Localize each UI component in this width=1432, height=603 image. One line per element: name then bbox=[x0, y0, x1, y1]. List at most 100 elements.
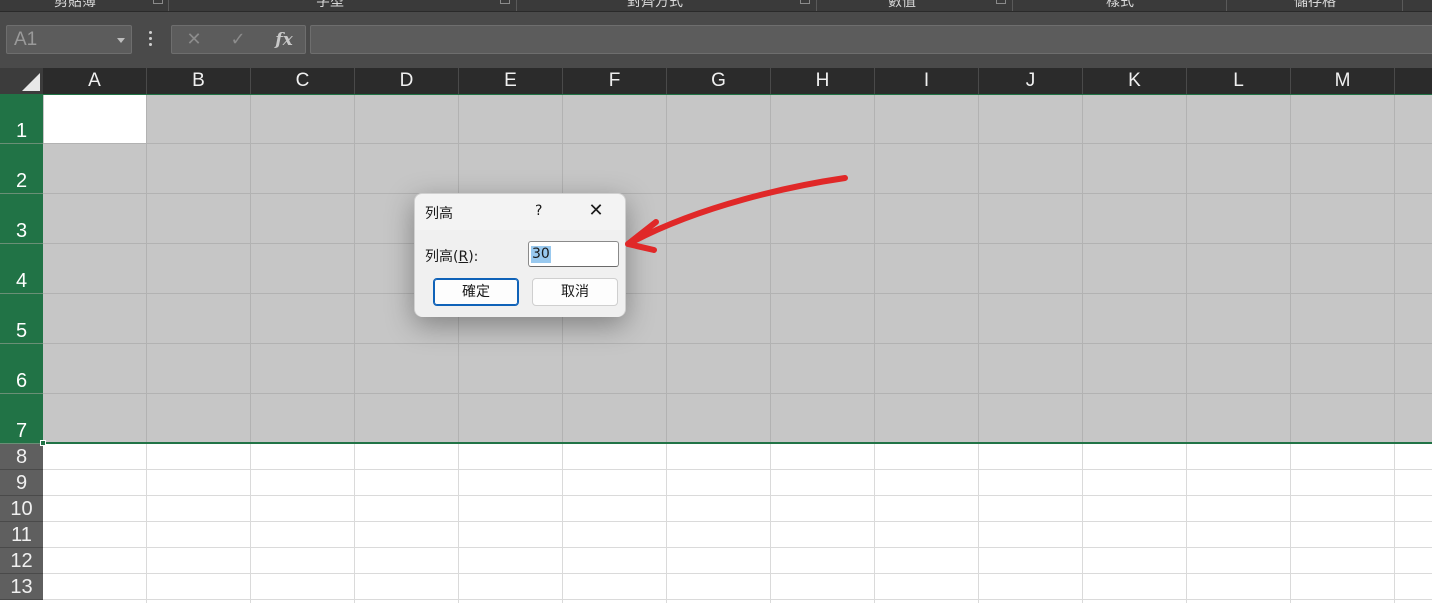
row-header-5[interactable]: 5 bbox=[0, 294, 43, 344]
gridline-horizontal bbox=[43, 573, 1432, 574]
column-header-g[interactable]: G bbox=[667, 68, 771, 94]
gridline-vertical bbox=[1394, 444, 1395, 603]
ribbon-group-clipboard: 剪貼簿 bbox=[54, 0, 96, 10]
row-header-9[interactable]: 9 bbox=[0, 470, 43, 496]
gridline-horizontal bbox=[43, 521, 1432, 522]
ribbon-group-font: 字型 bbox=[316, 0, 344, 10]
row-height-label-suffix: ): bbox=[468, 249, 479, 265]
gridline-horizontal bbox=[43, 393, 1432, 394]
column-header-c[interactable]: C bbox=[251, 68, 355, 94]
dialog-title: 列高 bbox=[425, 206, 453, 222]
column-header-f[interactable]: F bbox=[563, 68, 667, 94]
confirm-entry-icon[interactable]: ✓ bbox=[224, 28, 252, 52]
column-header-j[interactable]: J bbox=[979, 68, 1083, 94]
row-header-4[interactable]: 4 bbox=[0, 244, 43, 294]
gridline-horizontal bbox=[43, 343, 1432, 344]
column-header-i[interactable]: I bbox=[875, 68, 979, 94]
gridline-vertical bbox=[458, 444, 459, 603]
excel-window: 剪貼簿 字型 對齊方式 數值 樣式 儲存格 A1 ✕ ✓ fx ABCDEFGH… bbox=[0, 0, 1432, 603]
row-header-12[interactable]: 12 bbox=[0, 548, 43, 574]
number-launcher-icon[interactable] bbox=[996, 0, 1006, 4]
font-launcher-icon[interactable] bbox=[500, 0, 510, 4]
row-header-13[interactable]: 13 bbox=[0, 574, 43, 600]
row-height-label-prefix: 列高( bbox=[425, 249, 459, 265]
cancel-button[interactable]: 取消 bbox=[532, 278, 618, 306]
gridline-horizontal bbox=[43, 599, 1432, 600]
gridline-horizontal bbox=[43, 293, 1432, 294]
row-number: 5 bbox=[15, 320, 28, 342]
gridline-vertical bbox=[874, 444, 875, 603]
ribbon-group-alignment: 對齊方式 bbox=[627, 0, 683, 10]
gridline-vertical bbox=[562, 444, 563, 603]
name-box-value: A1 bbox=[14, 29, 38, 50]
row-header-3[interactable]: 3 bbox=[0, 194, 43, 244]
row-header-1[interactable]: 1 bbox=[0, 94, 43, 144]
column-header-partial[interactable] bbox=[1395, 68, 1432, 94]
annotation-arrow-icon bbox=[625, 175, 848, 253]
close-icon[interactable]: ✕ bbox=[587, 201, 605, 221]
row-header-7[interactable]: 7 bbox=[0, 394, 43, 444]
help-icon[interactable]: ? bbox=[535, 203, 542, 219]
ribbon-group-cells: 儲存格 bbox=[1294, 0, 1336, 10]
column-header-a[interactable]: A bbox=[43, 68, 147, 94]
column-header-l[interactable]: L bbox=[1187, 68, 1291, 94]
formula-buttons: ✕ ✓ fx bbox=[171, 25, 306, 54]
active-cell-a1[interactable] bbox=[44, 95, 146, 143]
ribbon-divider bbox=[1226, 0, 1227, 11]
row-number: 2 bbox=[15, 170, 28, 192]
row-header-8[interactable]: 8 bbox=[0, 444, 43, 470]
row-height-input[interactable]: 30 bbox=[528, 241, 619, 267]
row-number: 4 bbox=[15, 270, 28, 292]
row-height-dialog: 列高 ? ✕ 列高(R): 30 確定 取消 bbox=[414, 193, 626, 317]
gridline-vertical bbox=[354, 444, 355, 603]
row-number: 6 bbox=[15, 370, 28, 392]
row-header-10[interactable]: 10 bbox=[0, 496, 43, 522]
more-options-icon[interactable] bbox=[149, 31, 153, 49]
column-header-k[interactable]: K bbox=[1083, 68, 1187, 94]
column-header-d[interactable]: D bbox=[355, 68, 459, 94]
ribbon-divider bbox=[168, 0, 169, 11]
cancel-entry-icon[interactable]: ✕ bbox=[180, 28, 208, 52]
ribbon-group-styles: 樣式 bbox=[1106, 0, 1134, 10]
select-all-button[interactable] bbox=[0, 68, 43, 94]
selection-border-bottom bbox=[43, 442, 1432, 444]
dialog-body: 列高(R): 30 確定 取消 bbox=[415, 230, 625, 317]
fill-handle[interactable] bbox=[40, 440, 46, 446]
row-height-label-key: R bbox=[458, 249, 469, 265]
gridline-horizontal bbox=[43, 143, 1432, 144]
row-number: 7 bbox=[15, 420, 28, 442]
ok-button[interactable]: 確定 bbox=[433, 278, 519, 306]
column-header-m[interactable]: M bbox=[1291, 68, 1395, 94]
gridline-vertical bbox=[146, 444, 147, 603]
gridline-horizontal bbox=[43, 547, 1432, 548]
gridline-vertical bbox=[770, 444, 771, 603]
row-number: 3 bbox=[15, 220, 28, 242]
row-height-label: 列高(R): bbox=[425, 246, 478, 266]
formula-input[interactable] bbox=[310, 25, 1432, 54]
ribbon-divider bbox=[1402, 0, 1403, 11]
ribbon-divider bbox=[516, 0, 517, 11]
gridline-vertical bbox=[666, 444, 667, 603]
row-header-6[interactable]: 6 bbox=[0, 344, 43, 394]
gridline-vertical bbox=[1186, 444, 1187, 603]
name-box[interactable]: A1 bbox=[6, 25, 132, 54]
column-header-h[interactable]: H bbox=[771, 68, 875, 94]
row-header-2[interactable]: 2 bbox=[0, 144, 43, 194]
gridline-vertical bbox=[250, 444, 251, 603]
gridline-horizontal bbox=[43, 495, 1432, 496]
clipboard-launcher-icon[interactable] bbox=[153, 0, 163, 4]
selection-border-top bbox=[43, 94, 1432, 95]
row-header-11[interactable]: 11 bbox=[0, 522, 43, 548]
ribbon-group-number: 數值 bbox=[888, 0, 916, 10]
selected-range bbox=[43, 94, 1432, 444]
insert-function-icon[interactable]: fx bbox=[270, 28, 298, 52]
row-number: 1 bbox=[15, 120, 28, 142]
column-header-b[interactable]: B bbox=[147, 68, 251, 94]
row-height-value: 30 bbox=[531, 246, 551, 263]
column-header-e[interactable]: E bbox=[459, 68, 563, 94]
select-all-icon bbox=[22, 73, 40, 91]
alignment-launcher-icon[interactable] bbox=[800, 0, 810, 4]
chevron-down-icon[interactable] bbox=[117, 38, 125, 43]
ribbon-divider bbox=[1012, 0, 1013, 11]
formula-bar: A1 ✕ ✓ fx bbox=[0, 12, 1432, 68]
